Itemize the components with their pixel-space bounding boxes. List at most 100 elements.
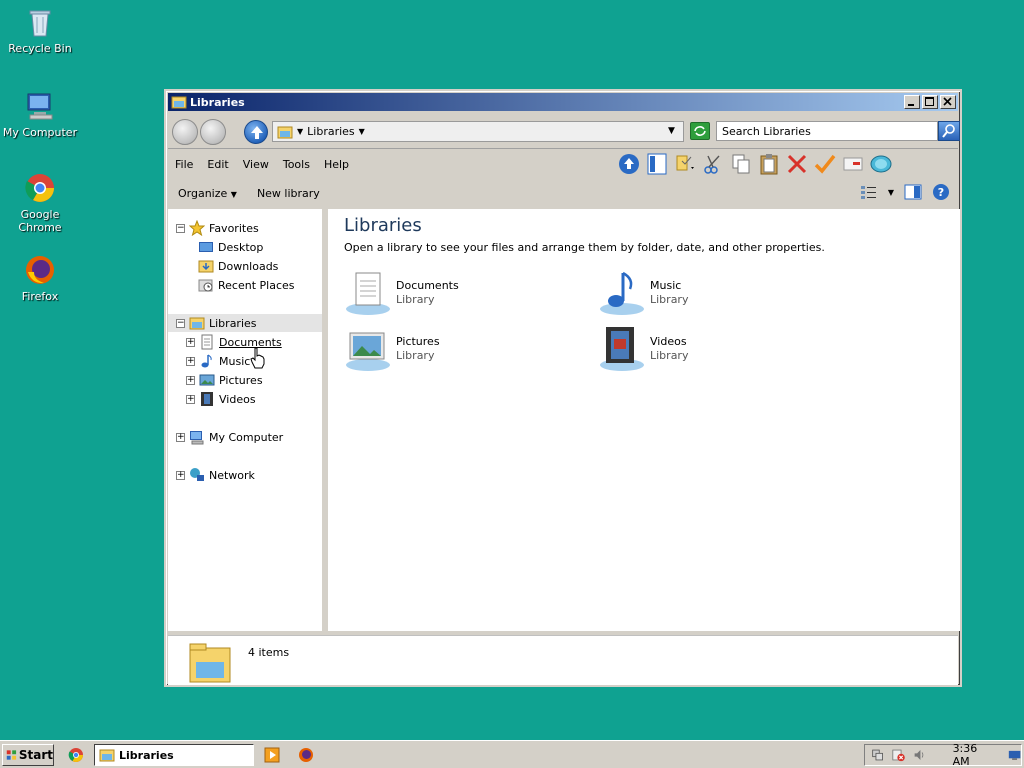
desktop-icon-label: Firefox xyxy=(21,290,59,303)
pictures-icon xyxy=(199,374,215,386)
computer-icon xyxy=(190,431,204,445)
content-pane: Libraries Open a library to see your fil… xyxy=(328,209,960,631)
search-button[interactable] xyxy=(938,121,960,141)
toolbar-icons xyxy=(618,151,892,177)
libraries-folder-icon xyxy=(99,749,115,762)
preview-pane-toggle-icon[interactable] xyxy=(904,184,922,200)
start-button[interactable]: Start xyxy=(2,744,54,766)
copy-icon[interactable] xyxy=(730,153,752,175)
firefox-quicklaunch-icon[interactable] xyxy=(298,747,314,763)
close-button[interactable] xyxy=(940,95,956,109)
svg-text:?: ? xyxy=(938,186,944,199)
desktop-icon-firefox[interactable]: Firefox xyxy=(0,254,80,303)
tree-item-documents[interactable]: + Documents xyxy=(186,333,282,351)
show-desktop-icon[interactable] xyxy=(1008,747,1021,763)
library-name: Documents xyxy=(396,279,459,292)
libraries-folder-icon xyxy=(189,317,205,330)
checkmark-icon[interactable] xyxy=(814,153,836,175)
menu-tools[interactable]: Tools xyxy=(276,158,317,171)
breadcrumb-chevron-icon[interactable]: ▼ xyxy=(359,127,365,136)
chrome-quicklaunch-icon[interactable] xyxy=(68,747,84,763)
tree-item-favorites[interactable]: − Favorites xyxy=(176,219,259,237)
breadcrumb-libraries[interactable]: Libraries xyxy=(307,125,355,138)
taskbar: Start Libraries 3:36 AM xyxy=(0,740,1024,768)
up-folder-icon[interactable] xyxy=(618,153,640,175)
menu-file[interactable]: File xyxy=(168,158,200,171)
menu-edit[interactable]: Edit xyxy=(200,158,235,171)
library-name: Music xyxy=(650,279,682,292)
tree-label: Desktop xyxy=(218,240,264,254)
desktop-icon-google-chrome[interactable]: Google Chrome xyxy=(0,172,80,234)
paste-icon[interactable] xyxy=(758,153,780,175)
back-button[interactable] xyxy=(172,119,198,145)
menu-view[interactable]: View xyxy=(236,158,276,171)
tree-item-videos[interactable]: + Videos xyxy=(186,390,256,408)
tree-item-network[interactable]: + Network xyxy=(176,466,255,484)
help-icon[interactable]: ? xyxy=(932,183,950,201)
pictures-library-icon xyxy=(346,332,390,371)
collapse-icon[interactable]: − xyxy=(176,223,185,233)
library-item-videos[interactable]: Videos Library xyxy=(598,325,688,373)
view-dropdown-icon[interactable]: ▼ xyxy=(888,188,894,197)
title-bar[interactable]: Libraries xyxy=(168,93,958,111)
library-item-pictures[interactable]: Pictures Library xyxy=(344,325,440,373)
cut-icon[interactable] xyxy=(702,153,724,175)
window-controls xyxy=(904,95,956,109)
expand-icon[interactable]: + xyxy=(176,432,185,442)
tree-label: Downloads xyxy=(218,259,279,273)
desktop-icon-my-computer[interactable]: My Computer xyxy=(0,90,80,139)
tree-item-music[interactable]: + Music xyxy=(186,352,250,370)
volume-icon[interactable] xyxy=(913,747,926,763)
address-bar[interactable]: ▼ Libraries ▼ xyxy=(272,121,684,142)
videos-library-icon xyxy=(600,327,644,371)
view-options-icon[interactable] xyxy=(674,153,696,175)
collapse-icon[interactable]: − xyxy=(176,318,185,328)
library-item-documents[interactable]: Documents Library xyxy=(344,269,459,317)
tree-label: Network xyxy=(209,468,255,482)
breadcrumb-separator-icon[interactable]: ▼ xyxy=(297,127,303,136)
desktop-icon-label: Google Chrome xyxy=(18,208,62,234)
change-view-icon[interactable] xyxy=(860,184,878,200)
tree-item-recent-places[interactable]: Recent Places xyxy=(198,276,295,294)
expand-icon[interactable]: + xyxy=(186,337,195,347)
expand-icon[interactable]: + xyxy=(186,394,195,404)
clock[interactable]: 3:36 AM xyxy=(953,742,990,768)
libraries-folder-icon xyxy=(277,126,293,138)
library-type: Library xyxy=(650,293,689,306)
recycle-bin-icon xyxy=(29,10,51,37)
organize-button[interactable]: Organize ▼ xyxy=(168,187,247,200)
forward-button[interactable] xyxy=(200,119,226,145)
library-name: Videos xyxy=(650,335,687,348)
tree-item-pictures[interactable]: + Pictures xyxy=(186,371,263,389)
refresh-button[interactable] xyxy=(690,122,710,140)
tree-item-libraries[interactable]: − Libraries xyxy=(168,314,322,332)
security-alert-icon[interactable] xyxy=(892,747,905,763)
desktop-icon-recycle-bin[interactable]: Recycle Bin xyxy=(0,6,80,55)
address-dropdown-icon[interactable]: ▼ xyxy=(668,126,675,136)
media-player-icon[interactable] xyxy=(264,747,280,763)
new-library-button[interactable]: New library xyxy=(247,187,330,200)
delete-icon[interactable] xyxy=(786,153,808,175)
refresh-icon xyxy=(694,126,706,136)
minimize-button[interactable] xyxy=(904,95,920,109)
globe-icon[interactable] xyxy=(870,153,892,175)
search-input[interactable]: Search Libraries xyxy=(716,121,938,141)
properties-icon[interactable] xyxy=(842,153,864,175)
expand-icon[interactable]: + xyxy=(186,375,195,385)
minimize-icon xyxy=(908,104,914,106)
network-tray-icon[interactable] xyxy=(871,747,884,763)
maximize-button[interactable] xyxy=(922,95,938,109)
expand-icon[interactable]: + xyxy=(176,470,185,480)
library-type: Library xyxy=(396,349,435,362)
organize-dropdown-icon: ▼ xyxy=(230,189,237,199)
preview-pane-icon[interactable] xyxy=(646,153,668,175)
library-item-music[interactable]: Music Library xyxy=(598,269,688,317)
expand-icon[interactable]: + xyxy=(186,356,195,366)
taskbar-item-libraries[interactable]: Libraries xyxy=(94,744,254,766)
tree-item-desktop[interactable]: Desktop xyxy=(198,238,263,256)
close-icon xyxy=(943,97,952,106)
tree-item-my-computer[interactable]: + My Computer xyxy=(176,428,283,446)
menu-help[interactable]: Help xyxy=(317,158,356,171)
up-button[interactable] xyxy=(244,120,268,144)
tree-item-downloads[interactable]: Downloads xyxy=(198,257,278,275)
